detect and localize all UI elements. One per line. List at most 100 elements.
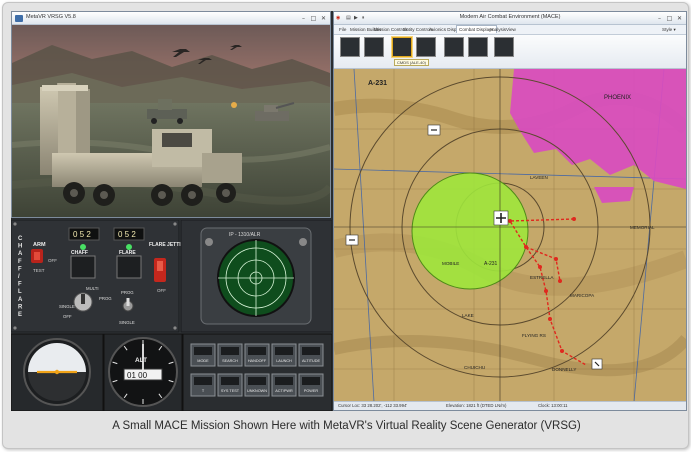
- maximize-icon[interactable]: □: [309, 15, 318, 22]
- side-label-char: L: [18, 289, 22, 295]
- status-clock: Clock: 13:00:11: [538, 403, 568, 408]
- tactical-map[interactable]: A-231 A-231 MEMORIAL MOBILE LAKE FLYING …: [334, 69, 686, 402]
- flare-jettison-switch[interactable]: [154, 258, 166, 282]
- threat-zone: [411, 172, 529, 290]
- panel-button-launch[interactable]: LAUNCH: [271, 343, 297, 367]
- minimize-icon[interactable]: –: [299, 15, 308, 22]
- cockpit-display-button-4[interactable]: [416, 37, 436, 57]
- alt-value: 01 00: [127, 371, 148, 380]
- panel-button-label: ACT/PWR: [275, 389, 293, 393]
- map-label-a231c: A-231: [484, 261, 498, 267]
- mode-knob[interactable]: [73, 292, 93, 312]
- cockpit-display-button-6[interactable]: [468, 37, 488, 57]
- sam-site-marker-icon[interactable]: [345, 234, 359, 246]
- status-bar: Cursor Loc: 33 28.202', -112 33.994' Ele…: [334, 401, 686, 410]
- side-label-char: A: [18, 251, 23, 257]
- cockpit-display-button-7[interactable]: [494, 37, 514, 57]
- side-label-char: E: [18, 312, 22, 318]
- screenshot: MetaVR VRSG V5.8 – □ ✕ C H A F F / F L A…: [11, 11, 687, 411]
- cmds-display-button[interactable]: [392, 37, 412, 57]
- route-waypoint[interactable]: [544, 289, 548, 293]
- rwr-brightness-knob[interactable]: [299, 238, 307, 246]
- attitude-indicator: [23, 338, 91, 406]
- rwr-title: IP - 1310/ALR: [229, 232, 261, 238]
- panel-button-unknown[interactable]: UNKNOWN: [244, 373, 270, 397]
- route-waypoint[interactable]: [524, 245, 528, 249]
- cockpit-display-button-1[interactable]: [340, 37, 360, 57]
- panel-button-sys-test[interactable]: SYS TEST: [217, 373, 243, 397]
- cockpit-display-button-2[interactable]: [364, 37, 384, 57]
- test-label: TEST: [33, 268, 45, 273]
- vrsg-window-title: MetaVR VRSG V5.8: [26, 14, 76, 20]
- quick-play-icon[interactable]: ▶: [354, 15, 358, 22]
- quick-save-icon[interactable]: ▤: [346, 15, 351, 22]
- mace-close-icon[interactable]: ✕: [675, 15, 684, 22]
- map-label-a231: A-231: [368, 80, 387, 87]
- close-icon[interactable]: ✕: [319, 15, 328, 22]
- vrsg-titlebar: MetaVR VRSG V5.8 – □ ✕: [12, 12, 330, 25]
- map-label-lake: LAKE: [462, 313, 474, 318]
- tab-file[interactable]: File: [337, 26, 348, 33]
- figure-frame: MetaVR VRSG V5.8 – □ ✕ C H A F F / F L A…: [2, 2, 689, 449]
- map-label-chuichu: CHUICHU: [464, 365, 485, 370]
- arm-label: ARM: [33, 242, 46, 248]
- arm-switch[interactable]: [31, 249, 43, 263]
- waypoint-marker-icon[interactable]: [427, 124, 441, 136]
- route-waypoint[interactable]: [572, 217, 576, 221]
- route-waypoint[interactable]: [560, 349, 564, 353]
- cockpit-display-button-5[interactable]: [444, 37, 464, 57]
- alt-label: ALT: [135, 357, 147, 364]
- vrsg-app-icon: [15, 15, 23, 22]
- side-label-char: C: [18, 236, 23, 242]
- route-waypoint[interactable]: [554, 257, 558, 261]
- panel-button-mode[interactable]: MODE: [190, 343, 216, 367]
- side-label-char: A: [18, 297, 23, 303]
- off-label: OFF: [48, 258, 57, 263]
- map-label-maricopa: MARICOPA: [570, 293, 595, 298]
- rwr-scope: [217, 239, 295, 317]
- chaff-button[interactable]: [70, 255, 96, 279]
- map-label-estrella: ESTRELLA: [530, 275, 554, 280]
- off2-label: OFF: [157, 288, 166, 293]
- cockpit-panel: C H A F F / F L A R E ARM OFF TEST 0 5 2 0 5 2 CHA…: [11, 220, 332, 411]
- panel-button-search[interactable]: SEARCH: [217, 343, 243, 367]
- vrsg-3d-scene[interactable]: [12, 25, 330, 217]
- style-dropdown[interactable]: Style ▾: [660, 26, 678, 34]
- route-waypoint[interactable]: [548, 317, 552, 321]
- panel-button-altitude[interactable]: ALTITUDE: [298, 343, 324, 367]
- panel-button-label: SEARCH: [222, 359, 238, 363]
- panel-button-t[interactable]: T: [190, 373, 216, 397]
- status-elevation: Elevation: 1821 ft (DTED LN/m): [446, 403, 507, 408]
- tab-view[interactable]: View: [504, 26, 518, 33]
- panel-button-power[interactable]: POWER: [298, 373, 324, 397]
- target-marker-icon[interactable]: [591, 358, 603, 370]
- rwr-mode-knob[interactable]: [205, 238, 213, 246]
- flare-button[interactable]: [116, 255, 142, 279]
- mace-maximize-icon[interactable]: □: [665, 15, 674, 22]
- mace-app-icon: ◉: [336, 15, 341, 21]
- mace-titlebar: Modern Air Combat Environment (MACE) – □…: [334, 12, 686, 25]
- map-label-flying-rs: FLYING RS: [522, 333, 546, 338]
- side-label-char: F: [18, 259, 22, 265]
- panel-button-label: LAUNCH: [276, 359, 292, 363]
- single-label: SINGLE: [59, 304, 75, 309]
- aircraft-marker-icon[interactable]: [493, 210, 509, 226]
- mace-minimize-icon[interactable]: –: [655, 15, 664, 22]
- panel-button-handoff[interactable]: HANDOFF: [244, 343, 270, 367]
- route-waypoint[interactable]: [508, 219, 512, 223]
- map-label-memorial: MEMORIAL: [630, 225, 655, 230]
- figure-caption: A Small MACE Mission Shown Here with Met…: [112, 420, 581, 432]
- prog-label: PROG: [99, 296, 112, 301]
- side-label-char: F: [18, 282, 22, 288]
- panel-button-label: HANDOFF: [248, 359, 267, 363]
- map-label-mobile: MOBILE: [442, 261, 459, 266]
- panel-button-act-pwr[interactable]: ACT/PWR: [271, 373, 297, 397]
- ribbon-toolbar: CMDS (ALE-40): [334, 35, 686, 69]
- panel-button-label: UNKNOWN: [247, 389, 267, 393]
- single2-label: SINGLE: [119, 320, 135, 325]
- route-waypoint[interactable]: [538, 265, 542, 269]
- quick-pause-icon[interactable]: ⏸: [362, 15, 365, 22]
- route-waypoint[interactable]: [558, 279, 562, 283]
- side-label-char: H: [18, 244, 22, 250]
- map-label-laveen: LAVEEN: [530, 175, 548, 180]
